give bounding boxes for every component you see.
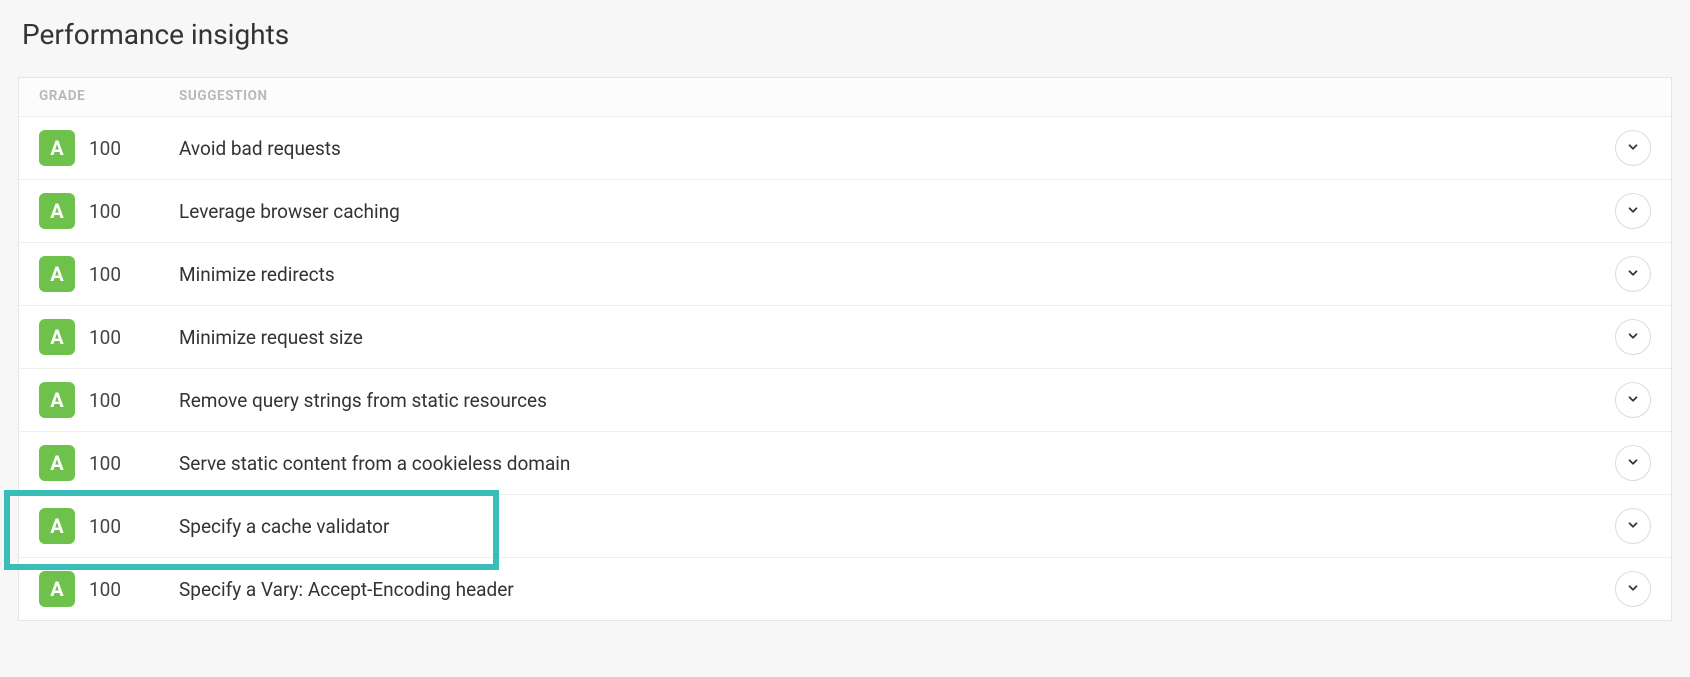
table-row[interactable]: A 100 Minimize request size xyxy=(19,306,1671,369)
grade-cell: A 100 xyxy=(39,382,179,418)
chevron-down-icon xyxy=(1626,139,1640,158)
chevron-down-icon xyxy=(1626,328,1640,347)
grade-cell: A 100 xyxy=(39,130,179,166)
table-row[interactable]: A 100 Specify a cache validator xyxy=(19,495,1671,558)
chevron-down-icon xyxy=(1626,580,1640,599)
table-header: GRADE SUGGESTION xyxy=(19,78,1671,117)
grade-cell: A 100 xyxy=(39,256,179,292)
grade-badge: A xyxy=(39,319,75,355)
grade-cell: A 100 xyxy=(39,319,179,355)
suggestion-text: Specify a Vary: Accept-Encoding header xyxy=(179,578,1615,601)
expand-button[interactable] xyxy=(1615,445,1651,481)
table-row[interactable]: A 100 Leverage browser caching xyxy=(19,180,1671,243)
expand-button[interactable] xyxy=(1615,130,1651,166)
grade-badge: A xyxy=(39,508,75,544)
expand-button[interactable] xyxy=(1615,256,1651,292)
column-header-suggestion: SUGGESTION xyxy=(179,88,268,104)
grade-badge: A xyxy=(39,130,75,166)
grade-badge: A xyxy=(39,445,75,481)
chevron-down-icon xyxy=(1626,517,1640,536)
suggestion-text: Minimize redirects xyxy=(179,263,1615,286)
grade-cell: A 100 xyxy=(39,445,179,481)
chevron-down-icon xyxy=(1626,202,1640,221)
grade-score: 100 xyxy=(89,578,121,601)
suggestion-text: Serve static content from a cookieless d… xyxy=(179,452,1615,475)
grade-cell: A 100 xyxy=(39,508,179,544)
table-row[interactable]: A 100 Serve static content from a cookie… xyxy=(19,432,1671,495)
grade-badge: A xyxy=(39,256,75,292)
suggestion-text: Leverage browser caching xyxy=(179,200,1615,223)
page-title: Performance insights xyxy=(22,18,1672,51)
grade-score: 100 xyxy=(89,452,121,475)
grade-score: 100 xyxy=(89,389,121,412)
table-row[interactable]: A 100 Minimize redirects xyxy=(19,243,1671,306)
grade-score: 100 xyxy=(89,515,121,538)
expand-button[interactable] xyxy=(1615,193,1651,229)
table-row[interactable]: A 100 Avoid bad requests xyxy=(19,117,1671,180)
suggestion-text: Specify a cache validator xyxy=(179,515,1615,538)
suggestion-text: Avoid bad requests xyxy=(179,137,1615,160)
expand-button[interactable] xyxy=(1615,508,1651,544)
grade-score: 100 xyxy=(89,137,121,160)
grade-score: 100 xyxy=(89,326,121,349)
grade-score: 100 xyxy=(89,200,121,223)
grade-badge: A xyxy=(39,193,75,229)
table-row[interactable]: A 100 Remove query strings from static r… xyxy=(19,369,1671,432)
chevron-down-icon xyxy=(1626,391,1640,410)
grade-score: 100 xyxy=(89,263,121,286)
column-header-grade: GRADE xyxy=(39,88,179,104)
expand-button[interactable] xyxy=(1615,382,1651,418)
suggestion-text: Minimize request size xyxy=(179,326,1615,349)
grade-cell: A 100 xyxy=(39,193,179,229)
expand-button[interactable] xyxy=(1615,571,1651,607)
grade-badge: A xyxy=(39,382,75,418)
expand-button[interactable] xyxy=(1615,319,1651,355)
grade-badge: A xyxy=(39,571,75,607)
chevron-down-icon xyxy=(1626,265,1640,284)
suggestion-text: Remove query strings from static resourc… xyxy=(179,389,1615,412)
insights-panel: GRADE SUGGESTION A 100 Avoid bad request… xyxy=(18,77,1672,621)
table-row[interactable]: A 100 Specify a Vary: Accept-Encoding he… xyxy=(19,558,1671,620)
grade-cell: A 100 xyxy=(39,571,179,607)
chevron-down-icon xyxy=(1626,454,1640,473)
